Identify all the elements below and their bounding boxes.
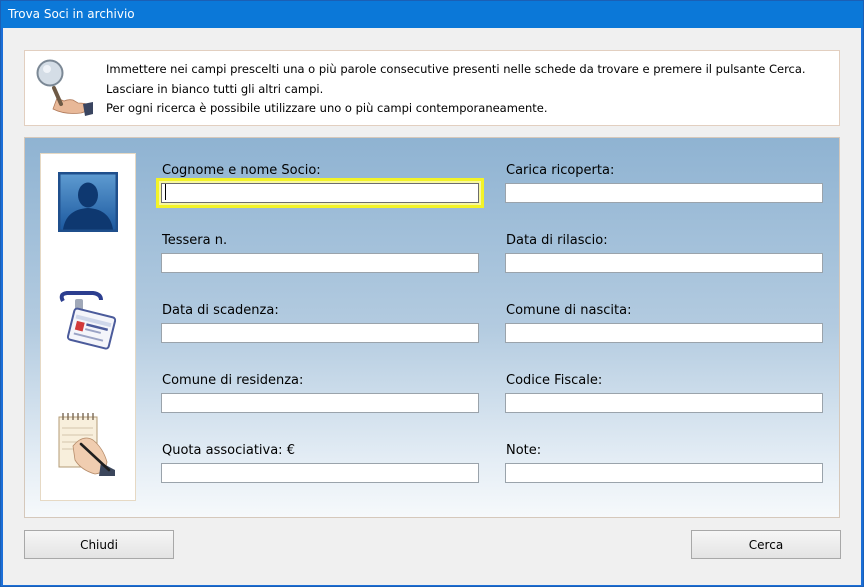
- codice-fiscale-label: Codice Fiscale:: [506, 373, 603, 388]
- instructions-panel: Immettere nei campi prescelti una o più …: [24, 50, 840, 126]
- data-rilascio-label: Data di rilascio:: [506, 233, 608, 248]
- carica-input[interactable]: [505, 183, 823, 203]
- title-bar[interactable]: Trova Soci in archivio: [1, 1, 863, 28]
- cognome-nome-label: Cognome e nome Socio:: [162, 163, 321, 178]
- id-badge-icon: [59, 291, 117, 350]
- magnifier-icon: [36, 59, 93, 116]
- quota-label: Quota associativa: €: [162, 443, 295, 458]
- search-members-window: Trova Soci in archivio Immettere nei cam…: [0, 0, 864, 587]
- data-scadenza-label: Data di scadenza:: [162, 303, 279, 318]
- comune-nascita-label: Comune di nascita:: [506, 303, 632, 318]
- tessera-input[interactable]: [161, 253, 479, 273]
- icon-strip: [40, 153, 136, 501]
- tessera-label: Tessera n.: [162, 233, 228, 248]
- cognome-nome-input[interactable]: [161, 183, 479, 203]
- comune-residenza-input[interactable]: [161, 393, 479, 413]
- comune-nascita-input[interactable]: [505, 323, 823, 343]
- data-scadenza-input[interactable]: [161, 323, 479, 343]
- instruction-line-2: Lasciare in bianco tutti gli altri campi…: [106, 82, 324, 96]
- search-form-panel: Cognome e nome Socio: Carica ricoperta: …: [24, 137, 840, 518]
- instruction-line-1: Immettere nei campi prescelti una o più …: [106, 62, 806, 76]
- instruction-line-3: Per ogni ricerca è possibile utilizzare …: [106, 101, 548, 115]
- data-rilascio-input[interactable]: [505, 253, 823, 273]
- codice-fiscale-input[interactable]: [505, 393, 823, 413]
- note-input[interactable]: [505, 463, 823, 483]
- window-title: Trova Soci in archivio: [8, 7, 135, 21]
- note-label: Note:: [506, 443, 542, 458]
- close-button[interactable]: Chiudi: [24, 530, 174, 559]
- text-caret: [165, 184, 166, 200]
- comune-residenza-label: Comune di residenza:: [162, 373, 304, 388]
- search-button[interactable]: Cerca: [691, 530, 841, 559]
- notepad-writing-icon: [58, 413, 115, 476]
- carica-label: Carica ricoperta:: [506, 163, 615, 178]
- quota-input[interactable]: [161, 463, 479, 483]
- dialog-body: Immettere nei campi prescelti una o più …: [3, 28, 861, 585]
- person-silhouette-icon: [58, 172, 118, 232]
